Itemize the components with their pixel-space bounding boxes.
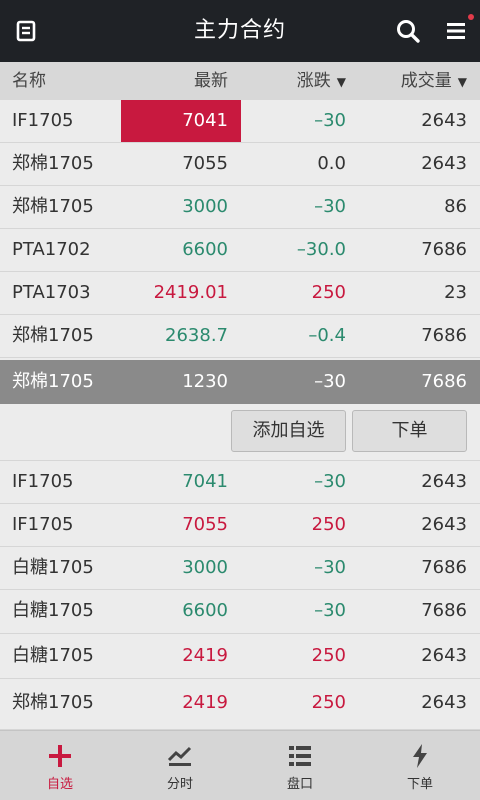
price-change: –30 (314, 471, 346, 492)
last-price: 2419 (182, 692, 228, 713)
volume: 86 (444, 196, 467, 217)
price-change: –30 (314, 196, 346, 217)
volume: 7686 (421, 371, 467, 392)
contract-name: 郑棉1705 (12, 196, 94, 217)
price-change: –30 (314, 600, 346, 621)
bolt-icon (413, 744, 427, 768)
top-bar: 主力合约 (0, 0, 480, 62)
contract-name: IF1705 (12, 471, 74, 492)
volume: 7686 (421, 239, 467, 260)
add-watchlist-button[interactable]: 添加自选 (231, 410, 346, 452)
table-row[interactable]: PTA1702 6600 –30.0 7686 (0, 229, 480, 272)
table-header: 名称 最新 涨跌 ▼ 成交量 ▼ (0, 62, 480, 100)
menu-icon (447, 23, 465, 39)
price-change: –30 (314, 557, 346, 578)
search-button[interactable] (382, 0, 434, 62)
volume: 2643 (421, 645, 467, 666)
contract-name: PTA1702 (12, 239, 91, 260)
contract-name: 郑棉1705 (12, 325, 94, 346)
row-action-bar: 添加自选 下单 (0, 404, 480, 461)
last-price: 1230 (182, 371, 228, 392)
volume: 23 (444, 282, 467, 303)
tab-label: 自选 (46, 777, 73, 792)
table-row[interactable]: IF1705 7041 –30 2643 (0, 461, 480, 504)
volume: 2643 (421, 110, 467, 131)
contract-name: 白糖1705 (12, 645, 94, 666)
tab-label: 盘口 (286, 777, 313, 792)
header-volume-label: 成交量 (400, 71, 452, 91)
price-change: –0.4 (308, 325, 346, 346)
header-change-label: 涨跌 (296, 71, 331, 91)
last-price: 6600 (182, 239, 228, 260)
contract-name: 白糖1705 (12, 557, 94, 578)
volume: 7686 (421, 325, 467, 346)
contract-name: PTA1703 (12, 282, 91, 303)
menu-button[interactable] (430, 0, 480, 62)
price-change: –30 (314, 110, 346, 131)
last-price: 7055 (182, 514, 228, 535)
table-row[interactable]: 白糖1705 3000 –30 7686 (0, 547, 480, 590)
volume: 7686 (421, 557, 467, 578)
list-icon (289, 746, 311, 766)
contract-name: IF1705 (12, 514, 74, 535)
table-row[interactable]: PTA1703 2419.01 250 23 (0, 272, 480, 315)
plus-icon (49, 745, 71, 767)
sort-down-icon: ▼ (457, 75, 467, 89)
table-row[interactable]: 郑棉1705 2419 250 2643 (0, 679, 480, 730)
last-price: 3000 (182, 557, 228, 578)
contract-name: 郑棉1705 (12, 153, 94, 174)
contract-name: 白糖1705 (12, 600, 94, 621)
header-price[interactable]: 最新 (194, 62, 228, 100)
contract-name: IF1705 (12, 110, 74, 131)
header-volume[interactable]: 成交量 ▼ (401, 62, 467, 100)
search-icon (397, 20, 420, 43)
table-row[interactable]: 白糖1705 2419 250 2643 (0, 634, 480, 679)
tab-label: 下单 (406, 777, 433, 792)
header-change[interactable]: 涨跌 ▼ (297, 62, 346, 100)
price-change: 0.0 (317, 153, 346, 174)
notification-dot-icon (468, 14, 474, 20)
volume: 2643 (421, 514, 467, 535)
last-price: 7041 (182, 110, 228, 131)
last-price: 2419 (182, 645, 228, 666)
price-change: 250 (311, 692, 346, 713)
last-price: 2419.01 (153, 282, 228, 303)
last-price: 3000 (182, 196, 228, 217)
table-row[interactable]: IF1705 7055 250 2643 (0, 504, 480, 547)
table-row[interactable]: 郑棉1705 7055 0.0 2643 (0, 143, 480, 186)
volume: 2643 (421, 692, 467, 713)
price-change: –30 (314, 371, 346, 392)
table-row[interactable]: 郑棉1705 3000 –30 86 (0, 186, 480, 229)
table-row[interactable]: 白糖1705 6600 –30 7686 (0, 590, 480, 634)
place-order-button[interactable]: 下单 (352, 410, 467, 452)
tab-label: 分时 (166, 777, 193, 792)
last-price: 6600 (182, 600, 228, 621)
tab-timeshare[interactable]: 分时 (120, 731, 240, 800)
last-price: 7041 (182, 471, 228, 492)
chart-icon (167, 746, 192, 766)
contract-name: 郑棉1705 (12, 371, 94, 392)
tab-orderbook[interactable]: 盘口 (240, 731, 360, 800)
price-change: 250 (311, 645, 346, 666)
volume: 7686 (421, 600, 467, 621)
price-change: 250 (311, 282, 346, 303)
table-row[interactable]: IF1705 7041 –30 2643 (0, 100, 480, 143)
contract-name: 郑棉1705 (12, 692, 94, 713)
tab-watchlist[interactable]: 自选 (0, 731, 120, 800)
price-change: –30.0 (296, 239, 346, 260)
price-change: 250 (311, 514, 346, 535)
table-row-selected[interactable]: 郑棉1705 1230 –30 7686 (0, 360, 480, 404)
bottom-tab-bar: 自选 分时 盘口 下单 (0, 730, 480, 800)
tab-order[interactable]: 下单 (360, 731, 480, 800)
last-price: 2638.7 (165, 325, 228, 346)
sort-down-icon: ▼ (336, 75, 346, 89)
table-row[interactable]: 郑棉1705 2638.7 –0.4 7686 (0, 315, 480, 358)
volume: 2643 (421, 471, 467, 492)
header-name: 名称 (12, 71, 46, 91)
last-price: 7055 (182, 153, 228, 174)
volume: 2643 (421, 153, 467, 174)
